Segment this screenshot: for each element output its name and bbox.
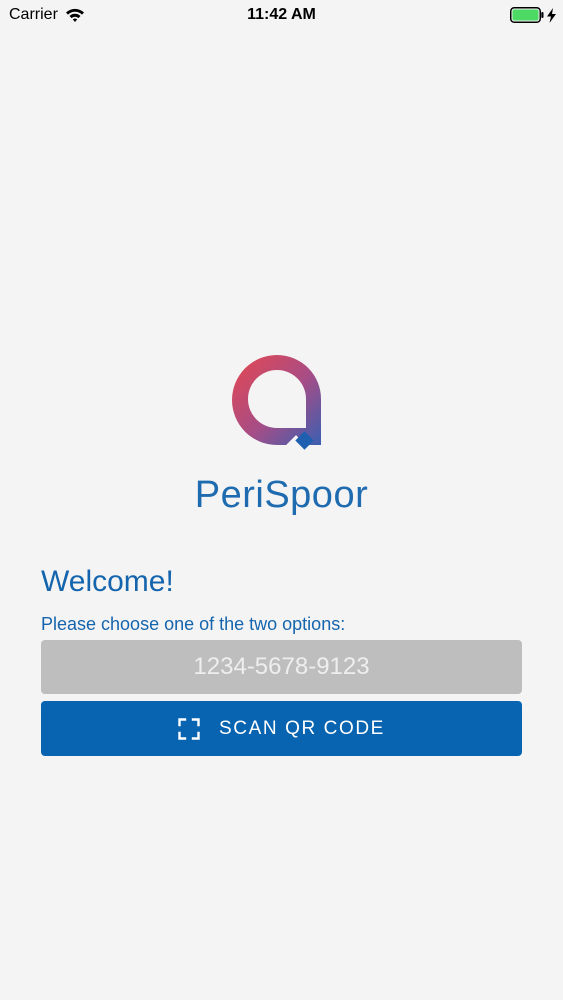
battery-group (510, 7, 556, 23)
scan-button-label: SCAN QR CODE (219, 717, 385, 739)
battery-full-icon (510, 7, 544, 23)
status-bar: Carrier 11:42 AM (0, 0, 563, 30)
perispoor-logo (232, 355, 321, 455)
instructions-text: Please choose one of the two options: (41, 614, 346, 634)
scan-qr-code-button[interactable]: SCAN QR CODE (41, 701, 522, 756)
welcome-title: Welcome! (41, 565, 174, 598)
status-time: 11:42 AM (247, 6, 316, 23)
qr-scan-icon (178, 717, 200, 740)
code-input[interactable] (41, 640, 522, 694)
brand-name: PeriSpoor (194, 474, 369, 516)
charging-bolt-icon (547, 7, 556, 23)
